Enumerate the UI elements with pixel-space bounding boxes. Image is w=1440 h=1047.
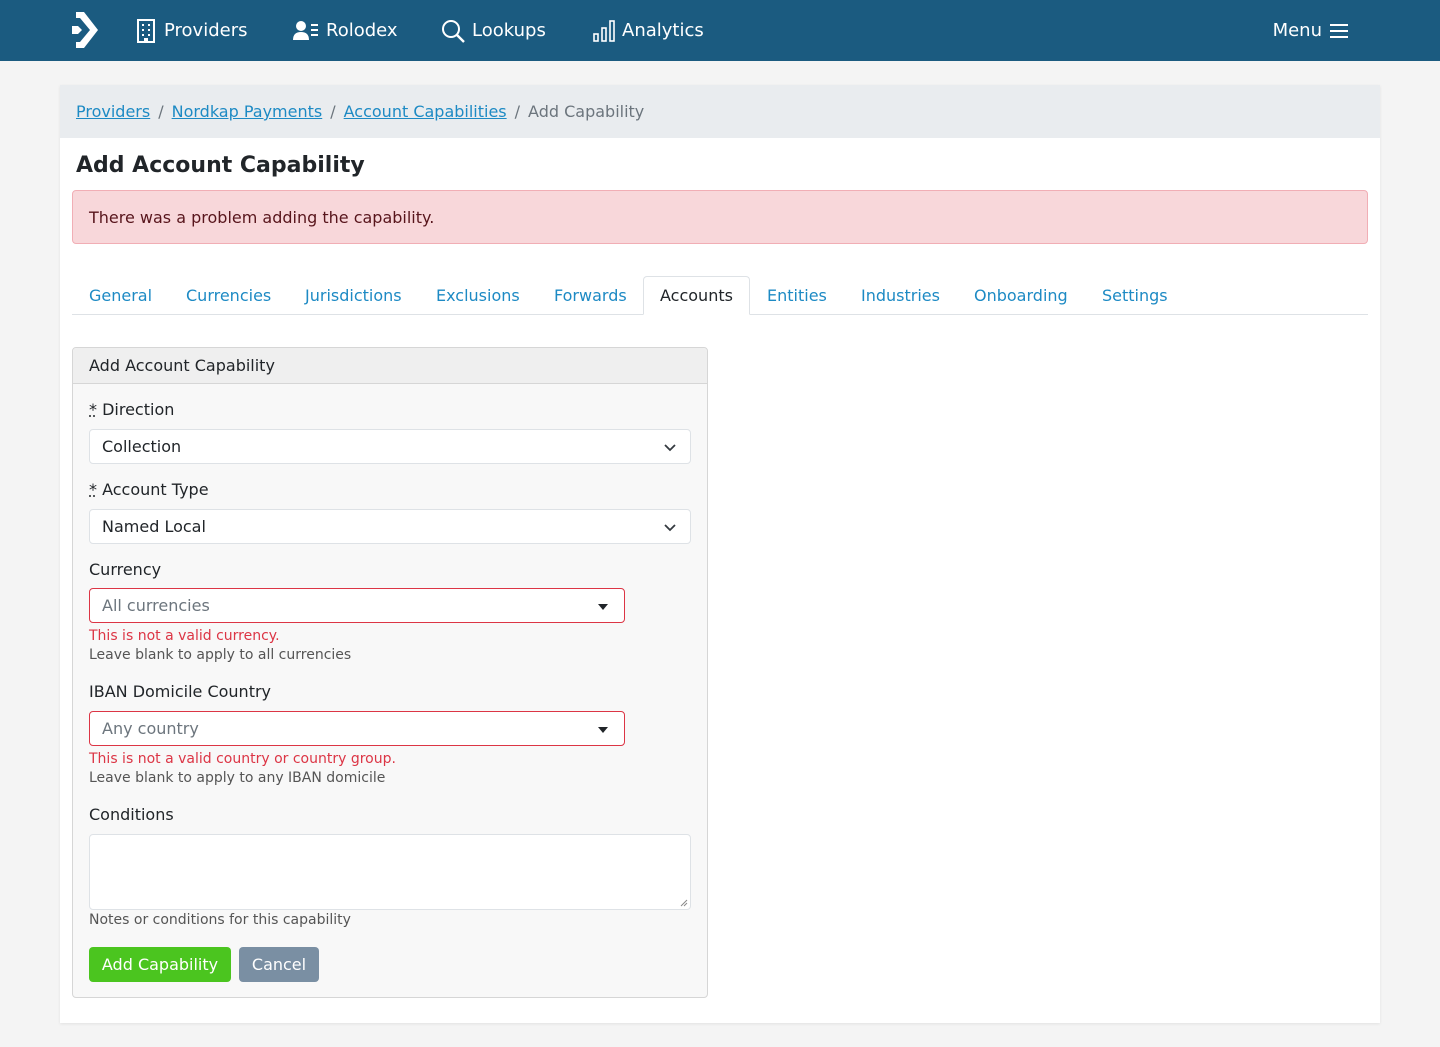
iban-country-placeholder: Any country — [102, 719, 199, 738]
direction-select[interactable]: Collection — [89, 429, 691, 464]
tab-forwards[interactable]: Forwards — [538, 276, 643, 315]
nav-analytics-label: Analytics — [622, 20, 704, 41]
error-alert-text: There was a problem adding the capabilit… — [89, 207, 435, 227]
currency-label: Currency — [89, 560, 162, 579]
breadcrumb-separator: / — [330, 102, 336, 121]
currency-combobox[interactable]: All currencies — [89, 588, 625, 623]
tab-currencies[interactable]: Currencies — [170, 276, 287, 315]
currency-placeholder: All currencies — [102, 596, 210, 615]
tab-industries[interactable]: Industries — [845, 276, 956, 315]
nav-analytics[interactable]: Analytics — [593, 0, 704, 61]
account-type-label: * Account Type — [89, 480, 209, 499]
page-card: Providers / Nordkap Payments / Account C… — [60, 85, 1380, 1023]
tab-bar: General Currencies Jurisdictions Exclusi… — [72, 276, 1368, 315]
iban-country-combobox[interactable]: Any country — [89, 711, 625, 746]
nav-rolodex-label: Rolodex — [326, 20, 398, 41]
chevron-down-icon — [664, 524, 676, 532]
required-marker: * — [89, 480, 97, 499]
tab-accounts[interactable]: Accounts — [643, 276, 750, 315]
contacts-icon — [293, 20, 318, 40]
tab-jurisdictions[interactable]: Jurisdictions — [289, 276, 418, 315]
bar-chart-icon — [593, 19, 615, 42]
cancel-button[interactable]: Cancel — [239, 947, 319, 982]
required-marker: * — [89, 400, 97, 419]
breadcrumb-providers[interactable]: Providers — [76, 102, 150, 121]
nav-providers[interactable]: Providers — [135, 0, 248, 61]
tab-entities[interactable]: Entities — [751, 276, 843, 315]
nav-lookups-label: Lookups — [472, 20, 546, 41]
error-alert: There was a problem adding the capabilit… — [72, 190, 1368, 244]
tab-settings[interactable]: Settings — [1086, 276, 1184, 315]
account-type-select[interactable]: Named Local — [89, 509, 691, 544]
tab-general[interactable]: General — [73, 276, 168, 315]
form-header: Add Account Capability — [73, 348, 707, 384]
add-capability-button[interactable]: Add Capability — [89, 947, 231, 982]
top-navbar: Providers Rolodex Lookups Analytics Menu — [0, 0, 1440, 61]
breadcrumb-separator: / — [514, 102, 521, 121]
account-type-value: Named Local — [102, 517, 206, 536]
breadcrumb: Providers / Nordkap Payments / Account C… — [60, 85, 1380, 138]
menu-label: Menu — [1272, 20, 1322, 41]
breadcrumb-separator: / — [158, 102, 164, 121]
hamburger-icon — [1330, 23, 1348, 38]
direction-label-text: Direction — [102, 400, 175, 419]
direction-label: * Direction — [89, 400, 174, 419]
conditions-label: Conditions — [89, 805, 174, 824]
caret-down-icon — [598, 604, 608, 610]
breadcrumb-nordkap-payments[interactable]: Nordkap Payments — [172, 102, 323, 121]
nav-providers-label: Providers — [164, 20, 248, 41]
page-title: Add Account Capability — [76, 153, 365, 178]
account-type-label-text: Account Type — [102, 480, 209, 499]
iban-country-label: IBAN Domicile Country — [89, 682, 272, 701]
tab-exclusions[interactable]: Exclusions — [420, 276, 536, 315]
iban-country-help: Leave blank to apply to any IBAN domicil… — [89, 770, 386, 786]
conditions-help: Notes or conditions for this capability — [89, 912, 351, 928]
chevron-down-icon — [664, 444, 676, 452]
iban-country-error: This is not a valid country or country g… — [89, 751, 396, 767]
search-icon — [442, 19, 465, 43]
building-icon — [137, 18, 155, 43]
currency-error: This is not a valid currency. — [89, 628, 280, 644]
add-capability-form: Add Account Capability * Direction Colle… — [72, 347, 708, 998]
conditions-textarea[interactable] — [89, 834, 691, 910]
menu-button[interactable]: Menu — [1273, 0, 1348, 61]
nav-rolodex[interactable]: Rolodex — [293, 0, 398, 61]
resize-grip-icon[interactable] — [680, 899, 688, 907]
direction-value: Collection — [102, 437, 182, 456]
caret-down-icon — [598, 727, 608, 733]
tab-onboarding[interactable]: Onboarding — [958, 276, 1084, 315]
breadcrumb-current: Add Capability — [528, 102, 645, 121]
breadcrumb-account-capabilities[interactable]: Account Capabilities — [344, 102, 507, 121]
currency-help: Leave blank to apply to all currencies — [89, 647, 352, 663]
nav-lookups[interactable]: Lookups — [441, 0, 546, 61]
brand-logo-icon[interactable] — [70, 10, 102, 50]
